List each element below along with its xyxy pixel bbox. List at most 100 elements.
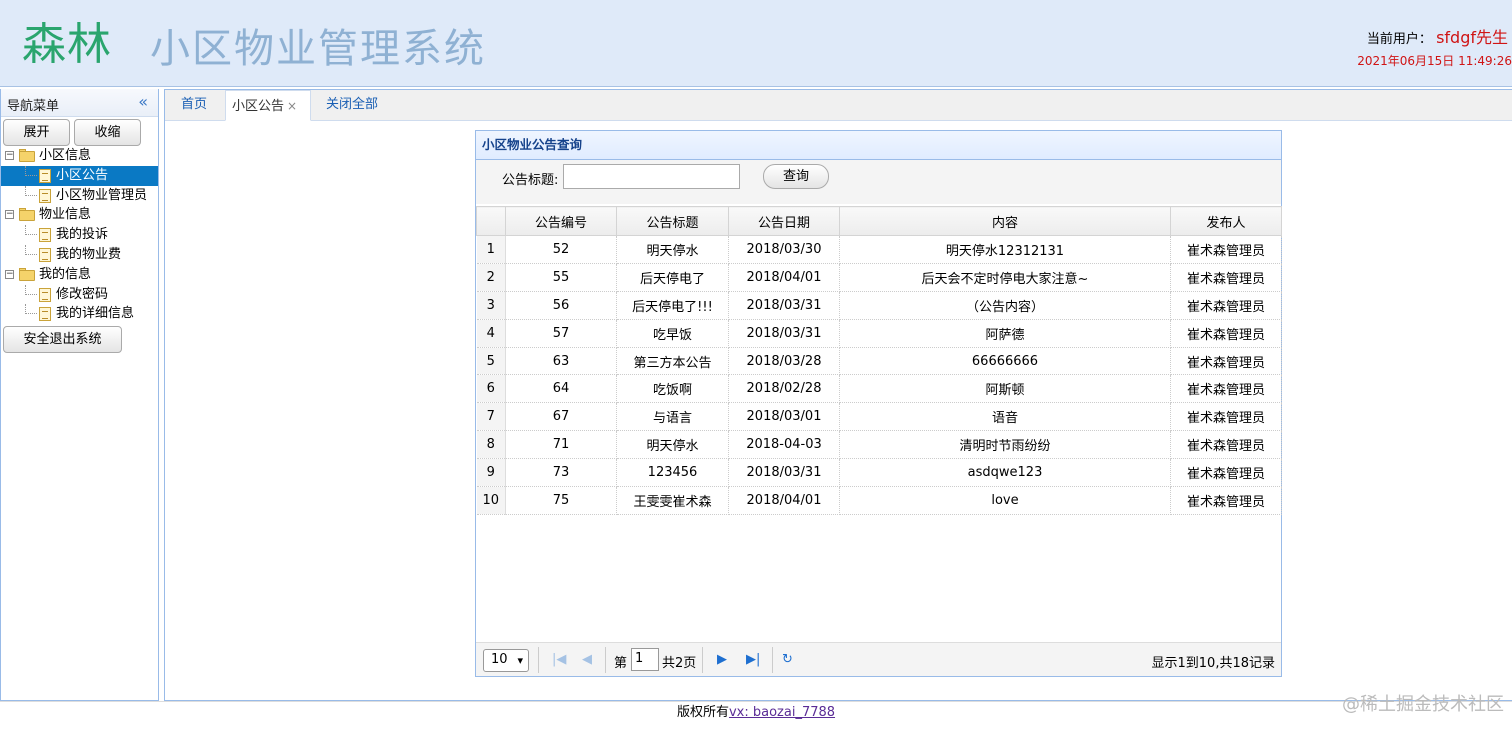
table-cell: 崔术森管理员 (1170, 235, 1282, 264)
table-row[interactable]: 1 52 明天停水 2018/03/30 明天停水12312131 崔术森管理员 (476, 235, 1282, 264)
notice-query-panel: 小区物业公告查询 公告标题: 查询 公告编号 公告标题 公告日期 内容 发布人 … (475, 130, 1282, 677)
table-header-row: 公告编号 公告标题 公告日期 内容 发布人 (476, 206, 1282, 236)
tree-item-label: 修改密码 (56, 286, 109, 302)
search-bar: 公告标题: 查询 (476, 160, 1281, 204)
tree-line (25, 244, 37, 255)
table-cell: 2018-04-03 (728, 430, 840, 460)
tree-toggle-icon[interactable]: − (5, 210, 14, 220)
close-tab-icon[interactable]: × (287, 99, 297, 113)
document-icon (39, 287, 51, 302)
table-row[interactable]: 3 56 后天停电了!!! 2018/03/31 （公告内容） 崔术森管理员 (476, 291, 1282, 320)
notice-table: 公告编号 公告标题 公告日期 内容 发布人 1 52 明天停水 2018/03/30 明… (476, 206, 1282, 515)
expand-all-button[interactable]: 展开 (3, 119, 70, 146)
search-button[interactable]: 查询 (763, 164, 829, 189)
previous-page-icon[interactable]: ◀ (582, 652, 592, 667)
table-row[interactable]: 4 57 吃早饭 2018/03/31 阿萨德 崔术森管理员 (476, 319, 1282, 348)
column-header[interactable]: 内容 (839, 206, 1171, 236)
table-cell: 2018/04/01 (728, 263, 840, 292)
table-row[interactable]: 6 64 吃饭啊 2018/02/28 阿斯顿 崔术森管理员 (476, 374, 1282, 404)
current-page-input[interactable]: 1 (631, 648, 659, 671)
tree-toggle-icon[interactable]: − (5, 151, 14, 160)
table-cell: 123456 (616, 458, 729, 488)
table-row[interactable]: 5 63 第三方本公告 2018/03/28 66666666 崔术森管理员 (476, 347, 1282, 376)
page-size-select[interactable]: 10 ▾ (483, 649, 529, 672)
table-row[interactable]: 10 75 王雯雯崔术森 2018/04/01 love 崔术森管理员 (476, 486, 1282, 515)
tree-item-label: 我的物业费 (56, 246, 122, 262)
row-number-header (476, 206, 506, 236)
table-cell: 明天停水12312131 (839, 235, 1171, 264)
close-all-tabs-button[interactable]: 关闭全部 (320, 90, 384, 121)
last-page-icon[interactable]: ▶| (746, 652, 760, 667)
row-number: 5 (476, 347, 506, 376)
tab-home[interactable]: 首页 (175, 90, 213, 121)
table-cell: 55 (505, 263, 617, 292)
document-icon (39, 247, 51, 262)
column-header[interactable]: 公告日期 (728, 206, 840, 236)
nav-tree: − 小区信息 小区公告 小区物业管理员 − 物业信息 我的投诉 我的物业费 − (1, 146, 158, 324)
tab-notice[interactable]: 小区公告 × (225, 90, 311, 121)
table-cell: 吃早饭 (616, 319, 729, 348)
logout-button[interactable]: 安全退出系统 (3, 326, 122, 353)
search-label: 公告标题: (502, 173, 559, 188)
table-cell: 语音 (839, 402, 1171, 432)
page-count-label: 共2页 (662, 656, 697, 671)
table-row[interactable]: 2 55 后天停电了 2018/04/01 后天会不定时停电大家注意~ 崔术森管理员 (476, 263, 1282, 292)
page-label-before: 第 (614, 656, 628, 671)
table-cell: 第三方本公告 (616, 347, 729, 376)
tree-item-label: 小区公告 (56, 167, 109, 183)
document-icon (39, 168, 51, 183)
tree-toggle-icon[interactable]: − (5, 269, 14, 279)
tree-group-my-info[interactable]: − 我的信息 (1, 265, 158, 285)
table-row[interactable]: 8 71 明天停水 2018-04-03 清明时节雨纷纷 崔术森管理员 (476, 430, 1282, 460)
table-cell: 57 (505, 319, 617, 348)
table-cell: 2018/03/30 (728, 235, 840, 264)
tree-line (25, 284, 37, 295)
tree-group-community-info[interactable]: − 小区信息 (1, 146, 158, 166)
refresh-icon[interactable]: ↻ (782, 652, 793, 667)
tree-group-label: 物业信息 (39, 207, 92, 223)
row-number: 10 (476, 486, 506, 515)
tree-item-complaints[interactable]: 我的投诉 (1, 225, 158, 245)
notice-title-input[interactable] (563, 164, 740, 189)
table-cell: asdqwe123 (839, 458, 1171, 488)
row-number: 2 (476, 263, 506, 292)
tree-line (25, 225, 37, 236)
collapse-sidebar-icon[interactable]: « (138, 92, 148, 111)
table-cell: 崔术森管理员 (1170, 319, 1282, 348)
column-header[interactable]: 公告编号 (505, 206, 617, 236)
current-user: 当前用户： sfdgf先生 (1367, 24, 1508, 48)
tree-item-property-admins[interactable]: 小区物业管理员 (1, 185, 158, 206)
collapse-all-button[interactable]: 收缩 (74, 119, 141, 146)
tree-item-label: 我的投诉 (56, 227, 109, 243)
table-cell: 2018/03/31 (728, 319, 840, 348)
table-cell: 73 (505, 458, 617, 488)
table-row[interactable]: 9 73 123456 2018/03/31 asdqwe123 崔术森管理员 (476, 458, 1282, 488)
table-row[interactable]: 7 67 与语言 2018/03/01 语音 崔术森管理员 (476, 402, 1282, 432)
pagination-info: 显示1到10,共18记录 (1151, 656, 1276, 671)
table-cell: 与语言 (616, 402, 729, 432)
pager-divider (605, 647, 606, 673)
table-cell: 56 (505, 291, 617, 320)
table-cell: 崔术森管理员 (1170, 402, 1282, 432)
table-cell: 后天会不定时停电大家注意~ (839, 263, 1171, 292)
column-header[interactable]: 发布人 (1170, 206, 1282, 236)
first-page-icon[interactable]: |◀ (552, 652, 566, 667)
table-cell: 71 (505, 430, 617, 460)
contact-link[interactable]: vx: baozai_7788 (729, 705, 835, 720)
current-user-name: sfdgf先生 (1436, 28, 1508, 47)
tree-group-property-info[interactable]: − 物业信息 (1, 205, 158, 225)
table-cell: 崔术森管理员 (1170, 374, 1282, 404)
current-user-label: 当前用户： (1366, 32, 1432, 47)
table-cell: 明天停水 (616, 430, 729, 460)
tree-item-my-details[interactable]: 我的详细信息 (1, 304, 158, 324)
pager-divider (538, 647, 539, 673)
tree-item-change-password[interactable]: 修改密码 (1, 284, 158, 305)
table-cell: 2018/02/28 (728, 374, 840, 404)
tree-item-notice[interactable]: 小区公告 (1, 165, 158, 186)
table-cell: 2018/03/31 (728, 291, 840, 320)
tree-item-property-fees[interactable]: 我的物业费 (1, 244, 158, 265)
column-header[interactable]: 公告标题 (616, 206, 729, 236)
system-title: 小区物业管理系统 (150, 26, 486, 72)
table-cell: 崔术森管理员 (1170, 291, 1282, 320)
next-page-icon[interactable]: ▶ (717, 652, 727, 667)
